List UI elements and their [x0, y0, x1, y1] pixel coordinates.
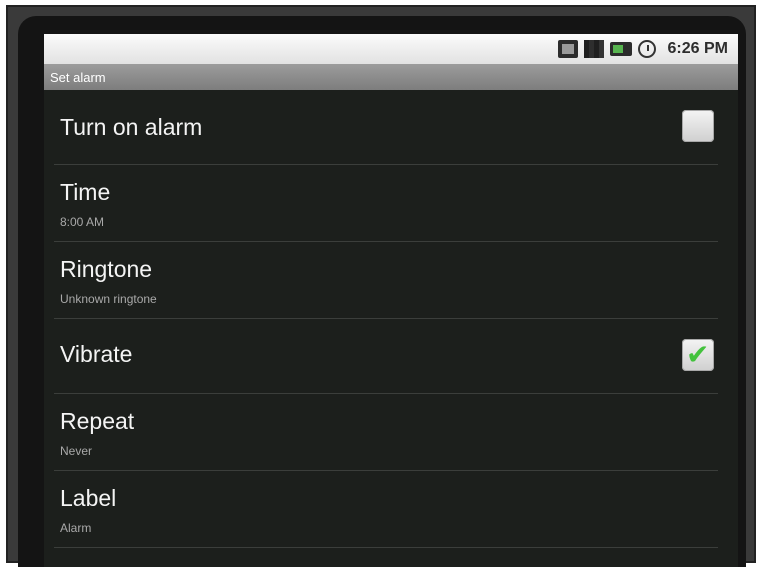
status-bar: 6:26 PM	[44, 34, 738, 64]
setting-turn-on-alarm-label: Turn on alarm	[60, 114, 203, 140]
vibrate-checkbox[interactable]: ✔	[682, 338, 714, 371]
turn-on-alarm-checkbox[interactable]	[682, 110, 714, 142]
setting-label-label: Label	[60, 485, 117, 511]
status-bar-time: 6:26 PM	[667, 40, 728, 57]
screen-title: Set alarm	[50, 69, 106, 85]
setting-ringtone-value: Unknown ringtone	[60, 292, 157, 306]
title-bar: Set alarm	[44, 64, 738, 90]
phone-screen: 6:26 PM Set alarm Turn on alarm Time 8:0…	[44, 34, 738, 567]
setting-label-value: Alarm	[60, 521, 92, 535]
setting-turn-on-alarm[interactable]: Turn on alarm	[44, 90, 738, 164]
setting-label[interactable]: Label Alarm	[44, 471, 738, 547]
setting-vibrate[interactable]: Vibrate ✔	[44, 319, 738, 393]
setting-time-label: Time	[60, 179, 111, 205]
alarm-clock-icon	[637, 40, 656, 58]
list-divider	[54, 547, 718, 548]
setting-time-value: 8:00 AM	[60, 215, 105, 229]
setting-time[interactable]: Time 8:00 AM	[44, 165, 738, 241]
setting-repeat-label: Repeat	[60, 408, 135, 434]
battery-icon	[609, 42, 632, 56]
signal-strength-icon	[583, 40, 604, 58]
setting-repeat[interactable]: Repeat Never	[44, 394, 738, 470]
sim-card-icon	[557, 40, 578, 58]
setting-repeat-value: Never	[60, 444, 93, 458]
checkmark-icon: ✔	[686, 338, 710, 371]
setting-vibrate-label: Vibrate	[60, 341, 133, 367]
setting-ringtone-label: Ringtone	[60, 256, 153, 282]
setting-ringtone[interactable]: Ringtone Unknown ringtone	[44, 242, 738, 318]
